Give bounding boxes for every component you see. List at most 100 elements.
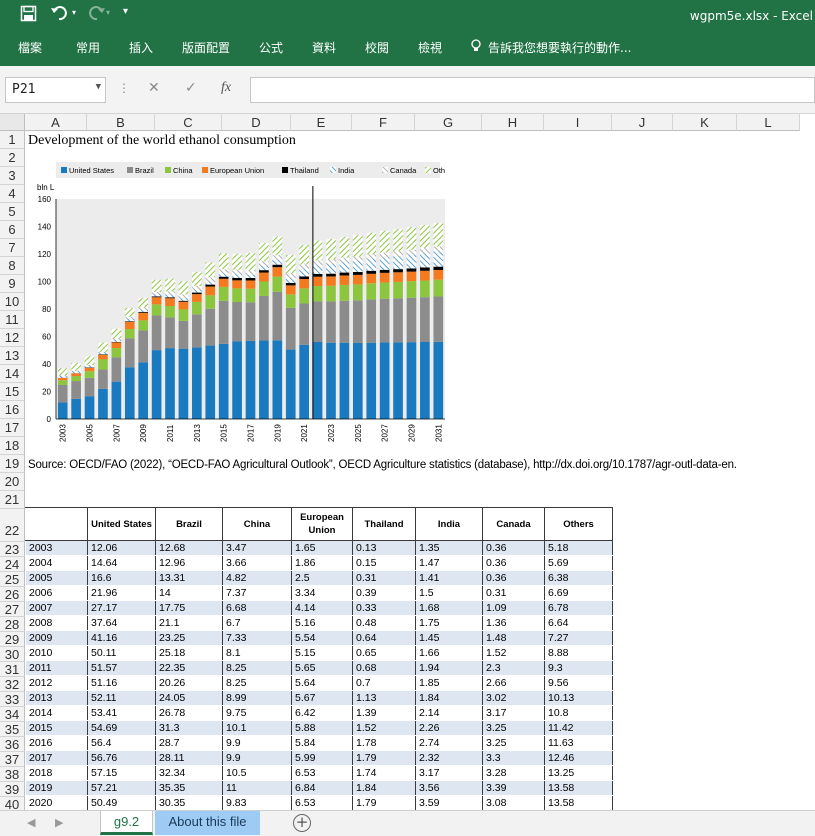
table-cell[interactable]: 0.13 bbox=[352, 540, 416, 556]
table-cell[interactable]: 12.68 bbox=[155, 540, 223, 556]
table-cell[interactable]: 2014 bbox=[25, 705, 88, 721]
table-cell[interactable]: 9.56 bbox=[544, 675, 613, 691]
table-cell[interactable]: 27.17 bbox=[87, 600, 156, 616]
table-cell[interactable]: 1.94 bbox=[415, 660, 483, 676]
table-cell[interactable]: 21.96 bbox=[87, 585, 156, 601]
table-cell[interactable]: 5.16 bbox=[291, 615, 353, 631]
table-cell[interactable]: 31.3 bbox=[155, 720, 223, 736]
table-cell[interactable]: 0.36 bbox=[482, 540, 545, 556]
table-cell[interactable]: 37.64 bbox=[87, 615, 156, 631]
undo-icon[interactable] bbox=[50, 4, 70, 26]
row-header-11[interactable]: 11 bbox=[0, 311, 25, 329]
formula-input[interactable] bbox=[250, 77, 815, 103]
table-cell[interactable]: 7.27 bbox=[544, 630, 613, 646]
table-cell[interactable]: 3.25 bbox=[482, 720, 545, 736]
table-cell[interactable]: 5.88 bbox=[291, 720, 353, 736]
row-header-21[interactable]: 21 bbox=[0, 491, 25, 509]
table-cell[interactable]: 2.32 bbox=[415, 750, 483, 766]
table-cell[interactable]: 0.36 bbox=[482, 570, 545, 586]
row-header-28[interactable]: 28 bbox=[0, 617, 25, 632]
column-header-f[interactable]: F bbox=[352, 114, 415, 131]
cancel-icon[interactable]: ✕ bbox=[148, 80, 160, 96]
table-cell[interactable]: 1.09 bbox=[482, 600, 545, 616]
table-cell[interactable]: 1.36 bbox=[482, 615, 545, 631]
column-header-b[interactable]: B bbox=[87, 114, 155, 131]
customize-toolbar-icon[interactable]: ▾ bbox=[123, 6, 128, 17]
row-header-38[interactable]: 38 bbox=[0, 767, 25, 782]
column-header-c[interactable]: C bbox=[155, 114, 222, 131]
tab-file[interactable]: 檔案 bbox=[18, 39, 42, 56]
row-header-37[interactable]: 37 bbox=[0, 752, 25, 767]
table-cell[interactable]: 12.96 bbox=[155, 555, 223, 571]
table-cell[interactable]: 2006 bbox=[25, 585, 88, 601]
scroll-left-icon[interactable]: ◀ bbox=[27, 816, 35, 829]
table-cell[interactable]: 5.99 bbox=[291, 750, 353, 766]
row-header-8[interactable]: 8 bbox=[0, 257, 25, 275]
worksheet-grid[interactable]: ABCDEFGHIJKL 1 2 3 4 5 6 7 8 9 10 11 12 13 14 15 16 17 18… bbox=[0, 114, 815, 810]
table-cell[interactable]: 12.06 bbox=[87, 540, 156, 556]
table-cell[interactable]: 6.84 bbox=[291, 780, 353, 796]
row-header-13[interactable]: 13 bbox=[0, 347, 25, 365]
table-cell[interactable]: 6.53 bbox=[291, 795, 353, 810]
tab-data[interactable]: 資料 bbox=[312, 39, 336, 56]
table-cell[interactable]: 2018 bbox=[25, 765, 88, 781]
table-cell[interactable]: 22.35 bbox=[155, 660, 223, 676]
table-cell[interactable]: 5.15 bbox=[291, 645, 353, 661]
table-cell[interactable]: 2017 bbox=[25, 750, 88, 766]
table-cell[interactable]: 2008 bbox=[25, 615, 88, 631]
table-cell[interactable]: 0.68 bbox=[352, 660, 416, 676]
table-cell[interactable]: 1.35 bbox=[415, 540, 483, 556]
table-header-cell[interactable]: Thailand bbox=[352, 507, 416, 541]
redo-dropdown-icon[interactable]: ▾ bbox=[106, 8, 110, 17]
insert-function-icon[interactable]: fx bbox=[221, 80, 231, 96]
scroll-right-icon[interactable]: ▶ bbox=[55, 816, 63, 829]
table-cell[interactable]: 14 bbox=[155, 585, 223, 601]
table-cell[interactable]: 8.25 bbox=[222, 675, 292, 691]
table-cell[interactable]: 2007 bbox=[25, 600, 88, 616]
table-cell[interactable]: 16.6 bbox=[87, 570, 156, 586]
table-cell[interactable]: 10.13 bbox=[544, 690, 613, 706]
row-header-27[interactable]: 27 bbox=[0, 602, 25, 617]
table-cell[interactable]: 50.49 bbox=[87, 795, 156, 810]
table-cell[interactable]: 7.37 bbox=[222, 585, 292, 601]
row-header-34[interactable]: 34 bbox=[0, 707, 25, 722]
table-cell[interactable]: 2020 bbox=[25, 795, 88, 810]
table-cell[interactable]: 9.83 bbox=[222, 795, 292, 810]
table-header-cell[interactable]: Brazil bbox=[155, 507, 223, 541]
table-cell[interactable]: 8.88 bbox=[544, 645, 613, 661]
table-cell[interactable]: 51.16 bbox=[87, 675, 156, 691]
table-cell[interactable]: 1.48 bbox=[482, 630, 545, 646]
table-cell[interactable]: 3.66 bbox=[222, 555, 292, 571]
row-header-7[interactable]: 7 bbox=[0, 239, 25, 257]
table-cell[interactable]: 0.33 bbox=[352, 600, 416, 616]
table-cell[interactable]: 11.63 bbox=[544, 735, 613, 751]
table-cell[interactable]: 1.84 bbox=[352, 780, 416, 796]
row-header-20[interactable]: 20 bbox=[0, 473, 25, 491]
table-cell[interactable]: 57.21 bbox=[87, 780, 156, 796]
table-cell[interactable]: 1.74 bbox=[352, 765, 416, 781]
table-cell[interactable]: 3.59 bbox=[415, 795, 483, 810]
table-cell[interactable]: 5.84 bbox=[291, 735, 353, 751]
table-cell[interactable]: 1.68 bbox=[415, 600, 483, 616]
row-header-33[interactable]: 33 bbox=[0, 692, 25, 707]
table-cell[interactable]: 0.7 bbox=[352, 675, 416, 691]
table-cell[interactable]: 13.58 bbox=[544, 795, 613, 810]
table-cell[interactable]: 54.69 bbox=[87, 720, 156, 736]
table-cell[interactable]: 2003 bbox=[25, 540, 88, 556]
table-cell[interactable]: 11 bbox=[222, 780, 292, 796]
table-cell[interactable]: 5.18 bbox=[544, 540, 613, 556]
table-cell[interactable]: 35.35 bbox=[155, 780, 223, 796]
table-cell[interactable]: 1.78 bbox=[352, 735, 416, 751]
table-cell[interactable]: 0.36 bbox=[482, 555, 545, 571]
row-header-25[interactable]: 25 bbox=[0, 572, 25, 587]
table-cell[interactable]: 56.4 bbox=[87, 735, 156, 751]
row-header-19[interactable]: 19 bbox=[0, 455, 25, 473]
tab-insert[interactable]: 插入 bbox=[129, 39, 153, 56]
table-cell[interactable]: 5.64 bbox=[291, 675, 353, 691]
row-header-15[interactable]: 15 bbox=[0, 383, 25, 401]
table-cell[interactable]: 2.74 bbox=[415, 735, 483, 751]
row-header-36[interactable]: 36 bbox=[0, 737, 25, 752]
table-cell[interactable]: 10.5 bbox=[222, 765, 292, 781]
row-header-22[interactable]: 22 bbox=[0, 509, 25, 542]
table-cell[interactable]: 9.75 bbox=[222, 705, 292, 721]
